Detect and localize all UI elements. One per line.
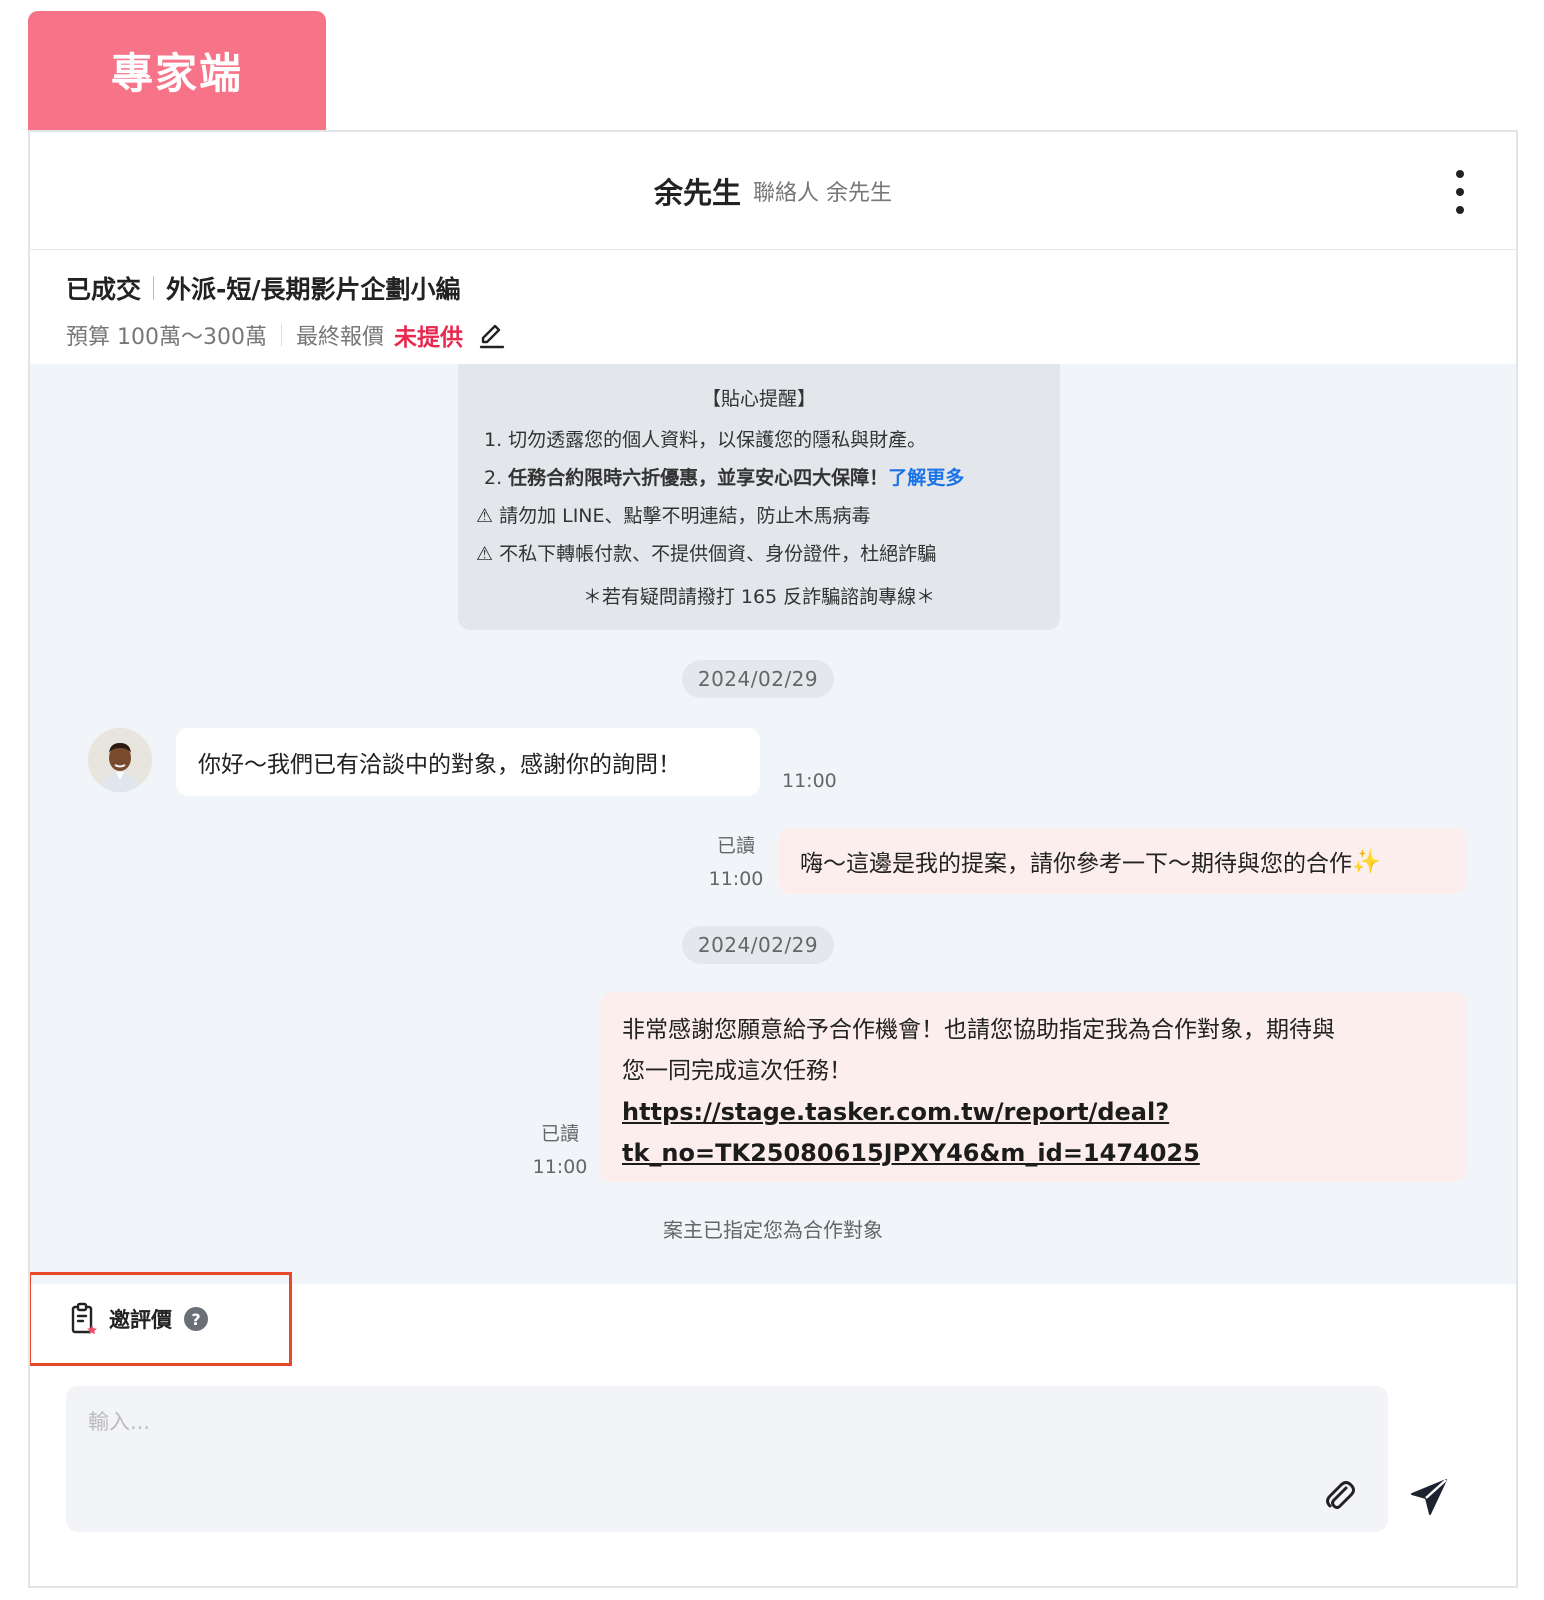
read-receipt: 已讀 11:00 bbox=[706, 830, 766, 896]
divider bbox=[153, 276, 155, 300]
tip-item: 2. 任務合約限時六折優惠，並享安心四大保障！了解更多 bbox=[476, 463, 1042, 490]
tips-footer: ＊若有疑問請撥打 165 反詐騙諮詢專線＊ bbox=[582, 586, 936, 608]
tips-title: 【貼心提醒】 bbox=[701, 388, 816, 410]
date-divider: 2024/02/29 bbox=[682, 660, 834, 698]
help-icon[interactable]: ? bbox=[184, 1307, 208, 1331]
invite-review-label: 邀評價 bbox=[109, 1308, 172, 1332]
divider bbox=[280, 324, 282, 346]
task-summary: 已成交 外派-短/長期影片企劃小編 預算 100萬～300萬 最終報價 未提供 bbox=[66, 270, 1480, 352]
chat-contact-label: 聯絡人 余先生 bbox=[753, 180, 892, 206]
clipboard-star-icon bbox=[71, 1302, 97, 1335]
message-time: 11:00 bbox=[708, 868, 764, 890]
task-budget: 預算 100萬～300萬 bbox=[66, 325, 267, 350]
send-icon[interactable] bbox=[1408, 1476, 1450, 1518]
message-text: 您一同完成這次任務！ bbox=[622, 1058, 852, 1084]
read-status: 已讀 bbox=[716, 835, 755, 857]
avatar[interactable] bbox=[88, 728, 152, 792]
message-input-container bbox=[66, 1386, 1388, 1532]
message-list[interactable]: 【貼心提醒】 1. 切勿透露您的個人資料，以保護您的隱私與財產。 2. 任務合約… bbox=[30, 364, 1516, 1284]
task-title: 外派-短/長期影片企劃小編 bbox=[166, 275, 461, 304]
kebab-menu-icon[interactable] bbox=[1450, 170, 1470, 214]
system-notice: 案主已指定您為合作對象 bbox=[663, 1218, 883, 1242]
safety-tips-card: 【貼心提醒】 1. 切勿透露您的個人資料，以保護您的隱私與財產。 2. 任務合約… bbox=[458, 364, 1060, 630]
invite-review-highlight: 邀評價 ? bbox=[30, 1272, 292, 1366]
tip-item: 1. 切勿透露您的個人資料，以保護您的隱私與財產。 bbox=[484, 429, 927, 451]
outgoing-message: 非常感謝您願意給予合作機會！也請您協助指定我為合作對象，期待與 您一同完成這次任… bbox=[600, 992, 1466, 1182]
role-tab-label: 專家端 bbox=[110, 49, 243, 98]
tip-promo-text: 任務合約限時六折優惠，並享安心四大保障！ bbox=[508, 467, 889, 489]
final-quote-label: 最終報價 bbox=[295, 325, 384, 350]
final-quote-value: 未提供 bbox=[394, 325, 463, 351]
pencil-icon[interactable] bbox=[477, 320, 507, 350]
invite-review-button[interactable]: 邀評價 bbox=[69, 1302, 172, 1336]
read-status: 已讀 bbox=[540, 1123, 579, 1145]
paperclip-icon[interactable] bbox=[1320, 1476, 1360, 1516]
tip-warning: ⚠ 請勿加 LINE、點擊不明連結，防止木馬病毒 bbox=[476, 501, 1042, 528]
date-divider: 2024/02/29 bbox=[682, 926, 834, 964]
deal-link[interactable]: https://stage.tasker.com.tw/report/deal? bbox=[622, 1092, 1444, 1133]
warning-text: 不私下轉帳付款、不提供個資、身份證件，杜絕詐騙 bbox=[499, 543, 937, 565]
learn-more-link[interactable]: 了解更多 bbox=[888, 467, 964, 489]
message-text: 非常感謝您願意給予合作機會！也請您協助指定我為合作對象，期待與 bbox=[622, 1017, 1335, 1043]
task-status: 已成交 bbox=[66, 275, 142, 304]
warning-triangle-icon: ⚠ bbox=[476, 505, 500, 527]
chat-header: 余先生 聯絡人 余先生 bbox=[30, 132, 1516, 250]
read-receipt: 已讀 11:00 bbox=[528, 1118, 592, 1184]
outgoing-message: 嗨～這邊是我的提案，請你參考一下～期待與您的合作 ✨ bbox=[778, 828, 1466, 894]
warning-text: 請勿加 LINE、點擊不明連結，防止木馬病毒 bbox=[499, 505, 871, 527]
chat-panel: 余先生 聯絡人 余先生 已成交 外派-短/長期影片企劃小編 預算 100萬～30… bbox=[28, 130, 1518, 1588]
chat-partner-name: 余先生 bbox=[653, 175, 741, 210]
message-time: 11:00 bbox=[782, 770, 837, 792]
incoming-message: 你好～我們已有洽談中的對象，感謝你的詢問！ bbox=[176, 728, 760, 796]
deal-link[interactable]: tk_no=TK25080615JPXY46&m_id=1474025 bbox=[622, 1133, 1444, 1174]
message-text: 嗨～這邊是我的提案，請你參考一下～期待與您的合作 bbox=[800, 851, 1352, 877]
message-time: 11:00 bbox=[532, 1156, 588, 1178]
role-tab-expert: 專家端 bbox=[28, 11, 326, 130]
message-input[interactable] bbox=[66, 1386, 1388, 1532]
sparkles-icon: ✨ bbox=[1352, 848, 1381, 875]
tip-warning: ⚠ 不私下轉帳付款、不提供個資、身份證件，杜絕詐騙 bbox=[476, 539, 1042, 566]
warning-triangle-icon: ⚠ bbox=[476, 543, 500, 565]
tip-number: 2. bbox=[484, 467, 509, 489]
